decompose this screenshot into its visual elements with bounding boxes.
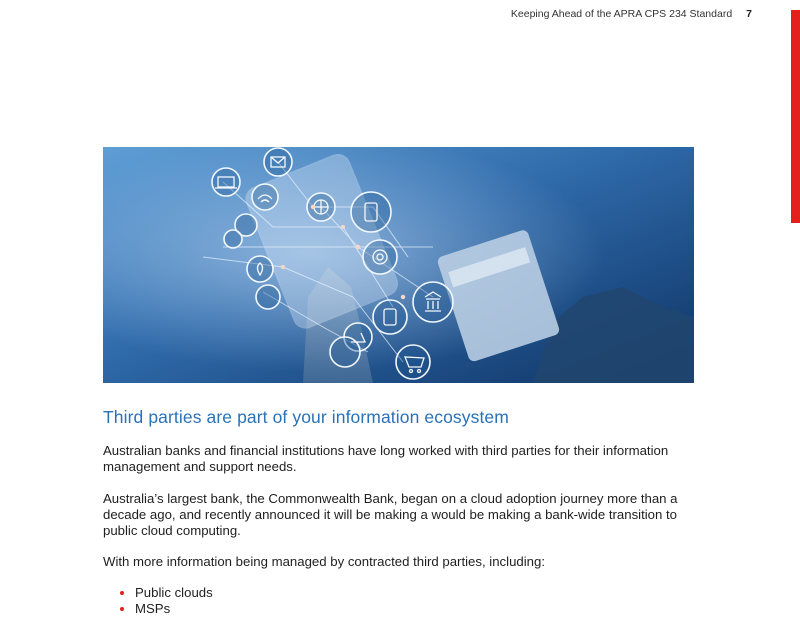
hero-banner-image	[103, 147, 694, 383]
bullet-dot	[120, 591, 124, 595]
list-item-label: MSPs	[135, 601, 171, 616]
list-item: Public clouds	[118, 585, 213, 601]
page-number: 7	[746, 8, 752, 20]
paragraph-commbank: Australia’s largest bank, the Commonweal…	[103, 491, 678, 538]
header-title: Keeping Ahead of the APRA CPS 234 Standa…	[510, 8, 733, 20]
bullet-dot	[120, 607, 124, 611]
list-item: MSPs	[118, 601, 213, 617]
paragraph-third-parties: With more information being managed by c…	[103, 554, 546, 569]
accent-bar	[791, 10, 800, 223]
paragraph-intro: Australian banks and financial instituti…	[103, 443, 669, 474]
third-party-list: Public clouds MSPs	[118, 585, 213, 617]
running-header: Keeping Ahead of the APRA CPS 234 Standa…	[511, 8, 752, 20]
list-item-label: Public clouds	[135, 585, 213, 600]
section-heading: Third parties are part of your informati…	[103, 407, 509, 427]
